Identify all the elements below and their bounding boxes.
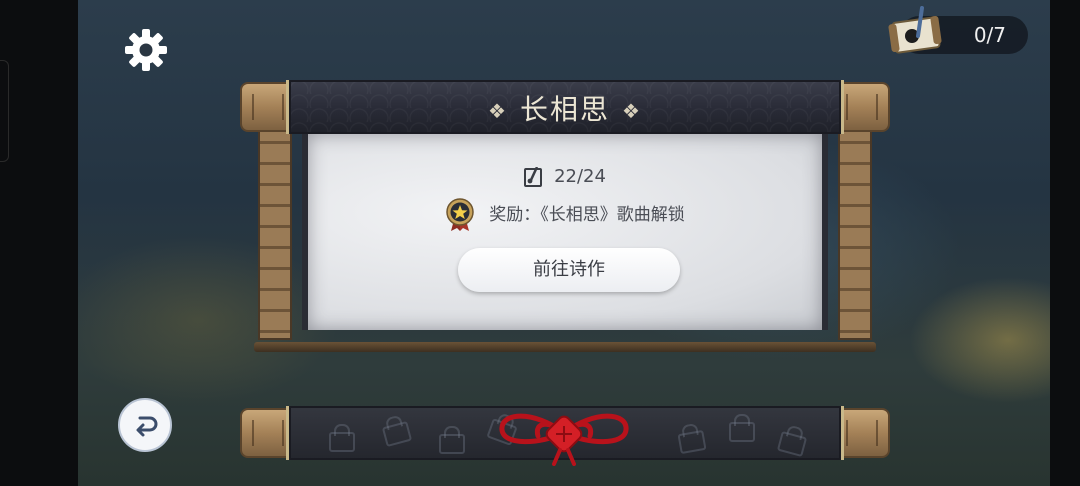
return-arrow-icon <box>136 416 158 437</box>
lock-icon <box>439 426 465 454</box>
back-button[interactable] <box>118 398 172 452</box>
poem-progress: 0/7 <box>888 6 1028 54</box>
poem-title: 长相思 <box>519 93 610 126</box>
lock-icon <box>381 420 413 448</box>
top-roller: ❖ 长相思 ❖ <box>240 80 890 134</box>
lock-icon <box>329 424 355 452</box>
go-to-poem-button[interactable]: 前往诗作 <box>458 248 680 292</box>
reward-row: 奖励：《长相思》歌曲解锁 <box>308 198 822 232</box>
reward-text: 奖励：《长相思》歌曲解锁 <box>489 205 685 225</box>
poem-title-row: ❖ 长相思 ❖ <box>289 88 841 128</box>
lock-icon <box>677 429 707 455</box>
ornament-right: ❖ <box>622 99 642 123</box>
wood-post-left <box>258 100 292 340</box>
lock-icon <box>729 414 755 442</box>
screen-edge-right <box>1050 0 1080 486</box>
gear-icon <box>125 29 167 71</box>
chinese-knot-icon <box>499 413 629 466</box>
scroll-paper: 22/24 奖励：《长相思》歌曲解锁 前往诗作 <box>302 134 828 330</box>
bottom-scroll <box>240 406 890 466</box>
scroll-base <box>254 342 876 352</box>
screen-edge-left <box>0 0 78 486</box>
star-medal-icon <box>446 198 474 231</box>
poem-count: 22/24 <box>554 166 606 187</box>
poem-scroll-card: 22/24 奖励：《长相思》歌曲解锁 前往诗作 ❖ 长相思 ❖ <box>240 80 890 360</box>
settings-button[interactable] <box>124 28 168 72</box>
poem-count-row: 22/24 <box>308 166 822 187</box>
lock-icon <box>776 430 808 458</box>
wood-post-right <box>838 100 872 340</box>
poem-scroll-icon <box>888 6 942 54</box>
ornament-left: ❖ <box>488 99 508 123</box>
progress-count: 0/7 <box>973 23 1006 47</box>
brush-note-icon <box>524 167 543 187</box>
